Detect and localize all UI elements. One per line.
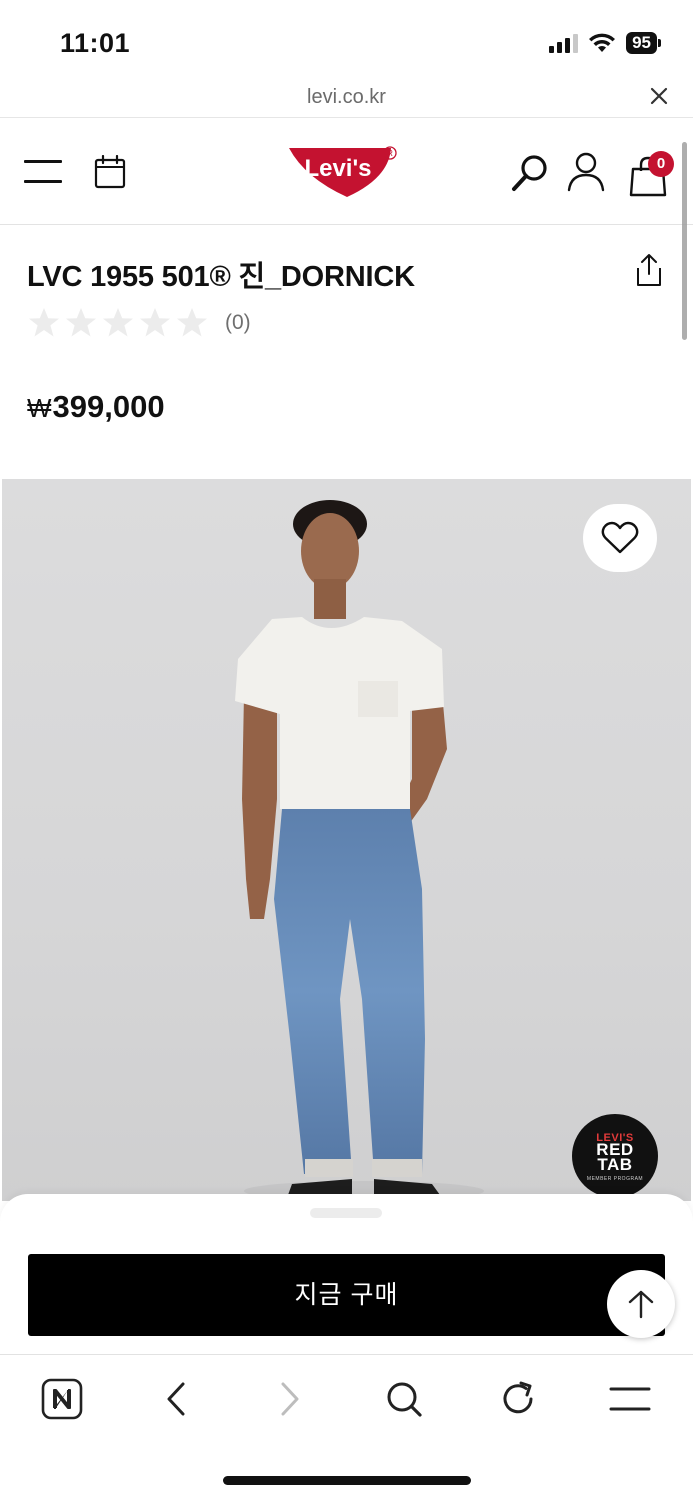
menu-icon — [609, 1387, 651, 1411]
back-icon — [167, 1382, 185, 1416]
star-icon — [140, 308, 170, 337]
refresh-icon — [503, 1381, 533, 1414]
price-value: 399,000 — [52, 389, 165, 424]
wishlist-button[interactable] — [583, 504, 657, 572]
menu-icon — [24, 160, 62, 163]
product-price: ₩399,000 — [27, 389, 165, 425]
search-button[interactable] — [510, 153, 550, 193]
star-icon — [177, 308, 207, 337]
status-time: 11:01 — [60, 28, 131, 58]
arrow-up-icon — [628, 1290, 654, 1319]
star-icon — [103, 308, 133, 337]
bag-count-badge: 0 — [648, 151, 674, 177]
refresh-button[interactable] — [496, 1377, 540, 1421]
account-icon — [567, 152, 605, 192]
wifi-icon — [589, 33, 616, 52]
close-icon[interactable] — [649, 86, 669, 106]
currency-symbol: ₩ — [27, 393, 52, 423]
badge-program: MEMBER PROGRAM — [586, 1176, 644, 1182]
model-photo — [235, 500, 484, 1201]
heart-icon — [601, 521, 639, 554]
search-icon — [387, 1382, 422, 1417]
rating-stars — [27, 306, 209, 340]
purchase-bottom-sheet: 지금 구매 — [0, 1194, 693, 1354]
sheet-handle[interactable] — [310, 1208, 382, 1218]
naver-home-button[interactable] — [40, 1377, 84, 1421]
back-button[interactable] — [154, 1377, 198, 1421]
calendar-icon — [94, 154, 126, 189]
url-bar[interactable]: levi.co.kr — [0, 80, 693, 118]
scroll-to-top-button[interactable] — [607, 1270, 675, 1338]
svg-text:R: R — [387, 149, 393, 158]
buy-now-button[interactable]: 지금 구매 — [28, 1254, 665, 1336]
menu-button[interactable] — [24, 158, 62, 186]
levis-logo[interactable]: Levi's R — [287, 146, 407, 200]
browser-menu-button[interactable] — [608, 1377, 652, 1421]
forward-icon — [281, 1382, 299, 1416]
logo-text: Levi's — [304, 155, 371, 182]
search-icon — [512, 155, 547, 191]
calendar-button[interactable] — [94, 154, 126, 189]
red-tab-member-badge[interactable]: LEVI'S RED TAB MEMBER PROGRAM — [572, 1114, 658, 1198]
rating-count: (0) — [225, 311, 251, 334]
home-indicator[interactable] — [223, 1476, 471, 1485]
cellular-signal-icon — [549, 33, 579, 53]
page-scrollbar[interactable] — [682, 142, 687, 340]
share-button[interactable] — [634, 252, 664, 288]
star-icon — [29, 308, 59, 337]
star-icon — [66, 308, 96, 337]
product-title: LVC 1955 501® 진_DORNICK — [27, 261, 415, 293]
forward-button[interactable] — [268, 1377, 312, 1421]
product-rating[interactable]: (0) — [27, 306, 251, 340]
badge-tab: TAB — [597, 1155, 633, 1174]
find-button[interactable] — [382, 1377, 426, 1421]
account-button[interactable] — [566, 151, 606, 193]
site-header: Levi's R 0 — [0, 119, 693, 225]
naver-home-icon — [41, 1378, 83, 1420]
status-indicators: 95 — [549, 31, 661, 55]
shopping-bag-button[interactable]: 0 — [628, 151, 674, 197]
share-icon — [637, 254, 661, 286]
status-bar: 11:01 95 — [0, 0, 693, 80]
product-image[interactable] — [2, 479, 691, 1201]
url-text[interactable]: levi.co.kr — [0, 86, 693, 109]
battery-indicator: 95 — [626, 32, 661, 54]
